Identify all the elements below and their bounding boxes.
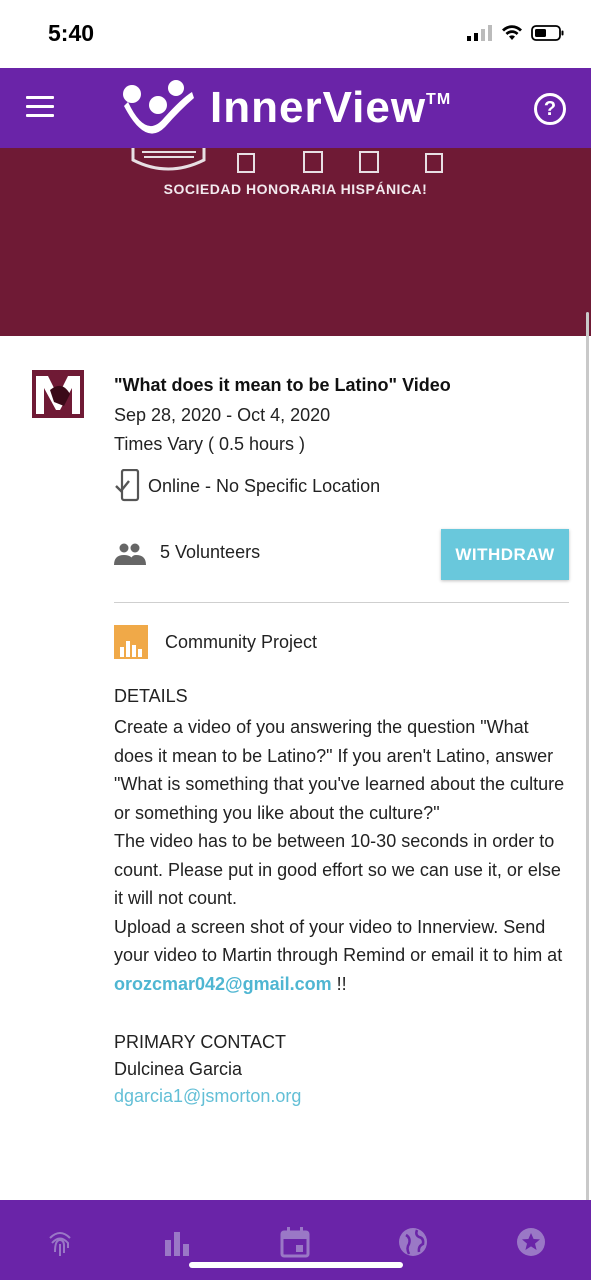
banner-text: SOCIEDAD HONORARIA HISPÁNICA! bbox=[163, 181, 428, 197]
app-header: InnerViewTM ? bbox=[0, 68, 591, 148]
battery-icon bbox=[531, 25, 564, 41]
status-bar: 5:40 bbox=[0, 0, 591, 68]
location-row: Online - No Specific Location bbox=[114, 469, 569, 503]
email-link[interactable]: orozcmar042@gmail.com bbox=[114, 974, 332, 994]
bar-chart-icon[interactable] bbox=[161, 1226, 193, 1258]
innerview-logo: InnerViewTM bbox=[120, 78, 451, 138]
event-detail: "What does it mean to be Latino" Video S… bbox=[114, 375, 569, 1107]
contact-name: Dulcinea Garcia bbox=[114, 1059, 243, 1079]
event-location: Online - No Specific Location bbox=[148, 475, 381, 496]
help-icon[interactable]: ? bbox=[534, 93, 566, 125]
details-body: Create a video of you answering the ques… bbox=[114, 713, 569, 998]
withdraw-button[interactable]: WITHDRAW bbox=[441, 529, 569, 580]
banner-decoration bbox=[131, 148, 443, 173]
globe-icon[interactable] bbox=[397, 1226, 429, 1258]
contact-heading: PRIMARY CONTACT bbox=[114, 1032, 287, 1052]
volunteers-row: 5 Volunteers WITHDRAW bbox=[114, 529, 569, 581]
scrollbar[interactable] bbox=[586, 312, 589, 1202]
bottom-navigation bbox=[0, 1200, 591, 1280]
brand-name: InnerViewTM bbox=[210, 83, 452, 132]
wifi-icon bbox=[502, 25, 522, 40]
category-label: Community Project bbox=[165, 631, 318, 652]
status-time: 5:40 bbox=[48, 20, 95, 46]
innerview-mark-icon bbox=[123, 80, 194, 134]
contact-email-link[interactable]: dgarcia1@jsmorton.org bbox=[114, 1086, 569, 1107]
school-logo-icon bbox=[32, 370, 84, 418]
details-paragraph: Create a video of you answering the ques… bbox=[114, 717, 565, 823]
home-indicator bbox=[189, 1262, 403, 1268]
divider bbox=[114, 602, 569, 603]
calendar-icon[interactable] bbox=[279, 1226, 311, 1258]
people-icon bbox=[114, 543, 146, 565]
community-project-icon bbox=[114, 625, 148, 659]
event-times: Times Vary ( 0.5 hours ) bbox=[114, 434, 306, 454]
mobile-check-icon bbox=[115, 469, 140, 502]
status-icons bbox=[467, 24, 565, 42]
fingerprint-icon[interactable] bbox=[44, 1226, 76, 1258]
event-dates: Sep 28, 2020 - Oct 4, 2020 bbox=[114, 405, 331, 425]
hamburger-menu-icon[interactable] bbox=[26, 96, 54, 120]
signal-icon bbox=[467, 25, 492, 41]
volunteer-count: 5 Volunteers bbox=[160, 542, 261, 562]
details-heading: DETAILS bbox=[114, 686, 188, 706]
details-paragraph: The video has to be between 10-30 second… bbox=[114, 831, 561, 908]
category-row: Community Project bbox=[114, 625, 569, 659]
details-paragraph: Upload a screen shot of your video to In… bbox=[114, 916, 563, 994]
event-title: "What does it mean to be Latino" Video bbox=[114, 375, 451, 395]
organization-banner: SOCIEDAD HONORARIA HISPÁNICA! bbox=[0, 148, 591, 336]
star-badge-icon[interactable] bbox=[515, 1226, 547, 1258]
